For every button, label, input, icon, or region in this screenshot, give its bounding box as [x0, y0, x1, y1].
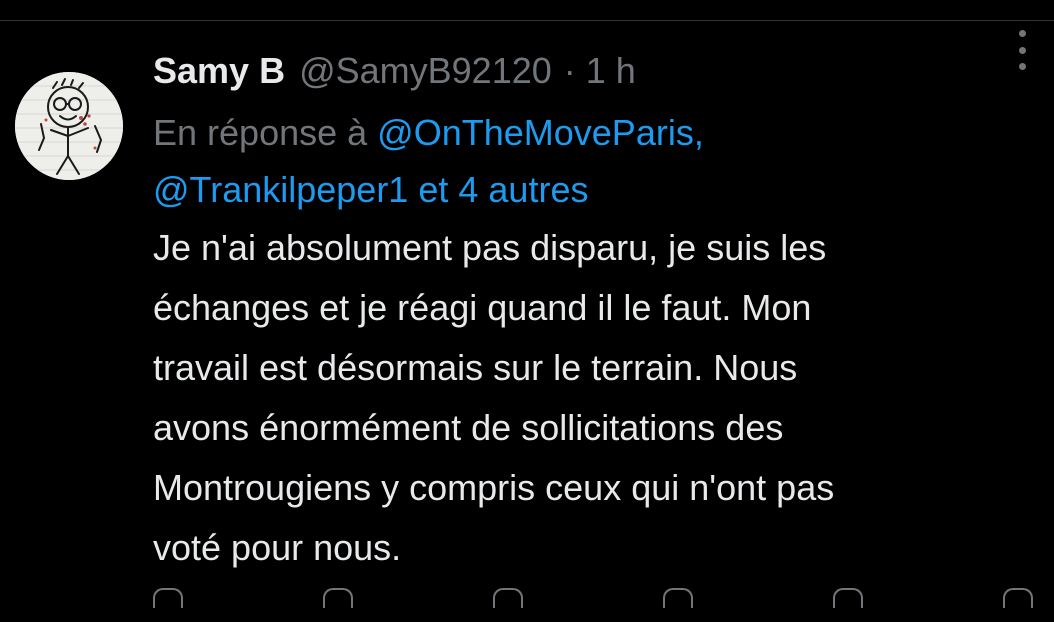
- tweet-text-line: Montrougiens y compris ceux qui n'ont pa…: [153, 467, 835, 508]
- tweet-header: Samy B @SamyB92120 · 1 h: [153, 46, 1033, 96]
- tweet-text-line: voté pour nous.: [153, 527, 402, 568]
- share-icon[interactable]: [1003, 588, 1033, 608]
- bookmark-icon[interactable]: [833, 588, 863, 608]
- more-dot: [1018, 63, 1026, 70]
- timestamp[interactable]: 1 h: [586, 50, 636, 92]
- display-name[interactable]: Samy B: [153, 50, 285, 92]
- views-icon[interactable]: [663, 588, 693, 608]
- like-icon[interactable]: [493, 588, 523, 608]
- reply-and: et: [418, 169, 449, 210]
- avatar[interactable]: [15, 72, 123, 180]
- separator-dot: ·: [563, 50, 576, 91]
- reply-icon[interactable]: [153, 588, 183, 608]
- tweet-text-line: échanges et je réagi quand il le faut. M…: [153, 287, 812, 328]
- user-handle[interactable]: @SamyB92120: [299, 50, 552, 92]
- more-vertical-icon[interactable]: [1015, 30, 1029, 70]
- tweet-text-line: avons énormément de sollicitations des: [153, 407, 784, 448]
- tweet-actions: [153, 588, 1033, 608]
- more-dot: [1018, 46, 1026, 54]
- mention-link[interactable]: @Trankilpeper1: [153, 169, 408, 210]
- tweet-text-line: Je n'ai absolument pas disparu, je suis …: [153, 227, 827, 268]
- tweet[interactable]: Samy B @SamyB92120 · 1 h En réponse à @O…: [0, 22, 1054, 622]
- mention-link[interactable]: @OnTheMoveParis,: [377, 112, 704, 153]
- more-dot: [1018, 30, 1026, 37]
- doodle-avatar-icon: [15, 72, 123, 180]
- divider-top: [0, 0, 1054, 21]
- reply-context: En réponse à @OnTheMoveParis, @Trankilpe…: [153, 104, 1033, 218]
- retweet-icon[interactable]: [323, 588, 353, 608]
- reply-prefix: En réponse à: [153, 112, 368, 153]
- tweet-text: Je n'ai absolument pas disparu, je suis …: [153, 218, 1033, 578]
- others-link[interactable]: 4 autres: [458, 169, 588, 210]
- tweet-content: Samy B @SamyB92120 · 1 h En réponse à @O…: [153, 46, 1033, 578]
- tweet-text-line: travail est désormais sur le terrain. No…: [153, 347, 798, 388]
